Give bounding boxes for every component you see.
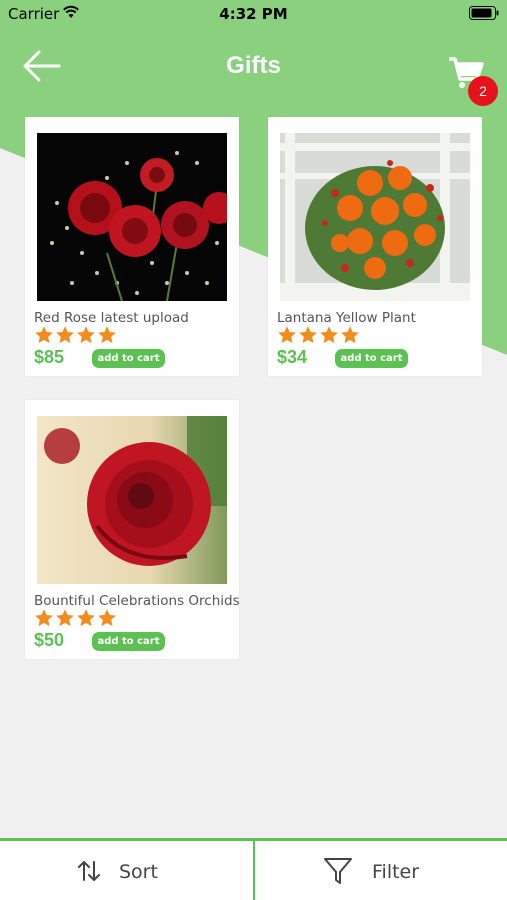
product-price: $85 (34, 347, 65, 367)
filter-button[interactable]: Filter (255, 841, 507, 900)
star-icon (35, 326, 53, 344)
product-card[interactable]: Bountiful Celebrations Orchids Sp $50 ad… (25, 400, 239, 659)
star-icon (56, 609, 74, 627)
sort-button[interactable]: Sort (0, 841, 253, 900)
add-to-cart-button[interactable]: add to cart (92, 632, 165, 651)
star-icon (56, 326, 74, 344)
star-icon (299, 326, 317, 344)
star-rating (34, 608, 118, 628)
star-icon (98, 609, 116, 627)
add-to-cart-button[interactable]: add to cart (335, 349, 408, 368)
star-icon (98, 326, 116, 344)
sort-label: Sort (119, 861, 158, 883)
bottom-action-bar: Sort Filter (0, 838, 507, 900)
add-to-cart-button[interactable]: add to cart (92, 349, 165, 368)
product-name: Red Rose latest upload (34, 310, 189, 326)
page-title: Gifts (226, 52, 281, 79)
sort-arrows-icon (78, 861, 100, 881)
product-price: $34 (277, 347, 308, 367)
star-icon (341, 326, 359, 344)
status-bar: Carrier 4:32 PM (0, 0, 507, 28)
filter-label: Filter (372, 861, 420, 883)
cart-count-badge: 2 (468, 76, 498, 106)
battery-icon (469, 6, 499, 20)
star-icon (77, 326, 95, 344)
product-name: Lantana Yellow Plant (277, 310, 416, 326)
product-name: Bountiful Celebrations Orchids Sp (34, 593, 239, 609)
star-icon (77, 609, 95, 627)
product-image-red-rose-closeup (37, 416, 227, 584)
product-image-orange-bouquet (280, 133, 470, 301)
star-icon (320, 326, 338, 344)
navigation-bar: Gifts 2 (0, 36, 507, 106)
star-icon (278, 326, 296, 344)
star-icon (35, 609, 53, 627)
funnel-icon (324, 858, 352, 884)
product-image-red-roses (37, 133, 227, 301)
star-rating (277, 325, 361, 345)
product-card[interactable]: Lantana Yellow Plant $34 add to cart (268, 117, 482, 376)
star-rating (34, 325, 118, 345)
clock: 4:32 PM (219, 5, 288, 23)
product-card[interactable]: Red Rose latest upload $85 add to cart (25, 117, 239, 376)
product-price: $50 (34, 630, 65, 650)
